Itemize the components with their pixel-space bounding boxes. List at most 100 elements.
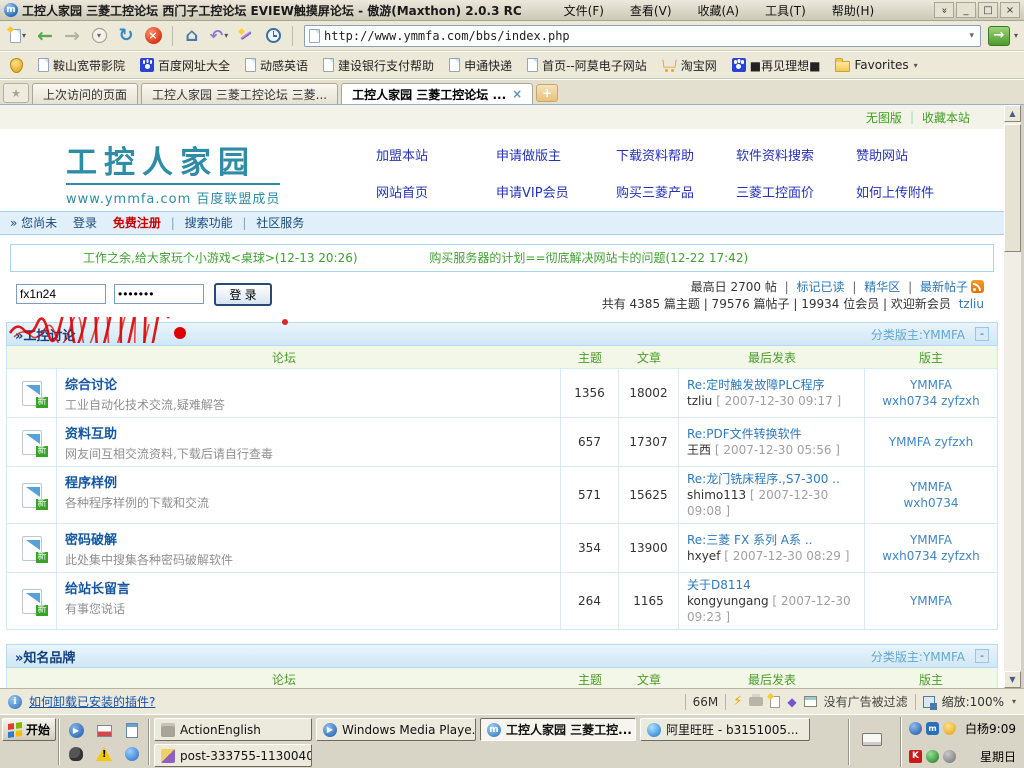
history-dropdown-button[interactable]: ▾ <box>87 24 111 48</box>
forum-moderators-link[interactable]: YMMFA zyfzxh <box>865 418 997 466</box>
nav-link[interactable]: 三菱工控面价 <box>736 182 856 201</box>
tray-shield-icon[interactable] <box>943 722 956 735</box>
nav-link[interactable]: 赞助网站 <box>856 145 976 164</box>
favorites-folder[interactable]: Favorites▾ <box>835 58 917 72</box>
minimize-button[interactable]: _ <box>956 2 976 18</box>
forum-name-link[interactable]: 综合讨论 <box>65 374 556 393</box>
tray-volume-icon[interactable] <box>943 750 956 763</box>
lastpost-title-link[interactable]: 关于D8114 <box>687 577 856 593</box>
login-password-input[interactable] <box>114 284 204 304</box>
favorite-link[interactable]: 鞍山宽带影院 <box>38 57 125 74</box>
zoom-icon[interactable] <box>923 696 935 708</box>
task-actionenglish[interactable]: ActionEnglish <box>154 718 312 741</box>
task-aliwangwang[interactable]: 阿里旺旺 - b3151005... <box>640 718 810 741</box>
section-moderator-link[interactable]: 分类版主:YMMFA <box>871 648 965 665</box>
lastpost-title-link[interactable]: Re:PDF文件转换软件 <box>687 426 856 442</box>
menu-help[interactable]: 帮助(H) <box>832 2 874 19</box>
browser-quicklaunch-icon[interactable] <box>124 723 140 739</box>
new-page-button[interactable]: ▾ <box>6 24 30 48</box>
tray-clock-time[interactable]: 白杨9:09 <box>965 720 1016 737</box>
favorite-link[interactable]: 首页--阿莫电子网站 <box>527 57 647 74</box>
lastpost-author[interactable]: kongyungang <box>687 594 769 608</box>
forum-moderators-link[interactable]: YMMFA <box>865 573 997 629</box>
tab-active[interactable]: 工控人家园 三菱工控论坛 ... × <box>341 83 533 104</box>
home-button[interactable]: ⌂ <box>180 24 204 48</box>
collapse-toolbars-button[interactable]: » <box>934 2 954 18</box>
tray-antivirus-icon[interactable]: K <box>909 750 922 763</box>
section-title[interactable]: »工控讨论 <box>15 325 871 344</box>
close-button[interactable]: × <box>1000 2 1020 18</box>
keyboard-layout-icon[interactable] <box>862 733 882 746</box>
mark-read-link[interactable]: 标记已读 <box>797 280 845 294</box>
forward-button[interactable]: → <box>60 24 84 48</box>
newest-posts-link[interactable]: 最新帖子 <box>920 280 968 294</box>
url-input[interactable] <box>324 29 963 43</box>
stop-button[interactable]: × <box>141 24 165 48</box>
zoom-dropdown-icon[interactable]: ▾ <box>1012 697 1016 706</box>
lastpost-author[interactable]: 王西 <box>687 443 711 457</box>
media-player-quicklaunch-icon[interactable]: ▶ <box>68 723 84 739</box>
forum-name-link[interactable]: 给站长留言 <box>65 578 556 597</box>
lastpost-author[interactable]: shimo113 <box>687 488 746 502</box>
start-button[interactable]: 开始 <box>2 718 56 741</box>
login-link[interactable]: 登录 <box>73 216 97 230</box>
new-page-dropdown-icon[interactable]: ▾ <box>22 31 26 40</box>
undo-dropdown-icon[interactable]: ▾ <box>224 31 228 40</box>
nav-link[interactable]: 软件资料搜索 <box>736 145 856 164</box>
free-register-link[interactable]: 免费注册 <box>113 216 161 230</box>
login-button[interactable]: 登 录 <box>214 283 272 306</box>
forum-name-link[interactable]: 资料互助 <box>65 423 556 442</box>
lastpost-title-link[interactable]: Re:三菱 FX 系列 A系 .. <box>687 532 856 548</box>
nav-link[interactable]: 加盟本站 <box>376 145 496 164</box>
new-window-icon[interactable] <box>770 696 780 708</box>
nav-link[interactable]: 如何上传附件 <box>856 182 976 201</box>
back-button[interactable]: ← <box>33 24 57 48</box>
security-shield-icon[interactable] <box>10 58 23 73</box>
task-maxthon-active[interactable]: m 工控人家园 三菱工控... <box>480 718 636 741</box>
printer-icon[interactable] <box>749 697 763 706</box>
lightning-icon[interactable]: ⚡ <box>733 694 742 709</box>
no-image-version-link[interactable]: 无图版 <box>866 109 902 126</box>
warning-quicklaunch-icon[interactable] <box>96 746 112 762</box>
favorite-link[interactable]: 申通快递 <box>449 57 512 74</box>
picture-quicklaunch-icon[interactable] <box>96 723 112 739</box>
lastpost-title-link[interactable]: Re:定时触发故障PLC程序 <box>687 377 856 393</box>
favorite-link[interactable]: ■再见理想■ <box>732 57 821 74</box>
favorite-link[interactable]: 百度网址大全 <box>140 57 230 74</box>
rss-icon[interactable] <box>971 280 984 293</box>
tab-list-button[interactable]: ★ <box>3 83 29 103</box>
menu-view[interactable]: 查看(V) <box>630 2 672 19</box>
nav-link[interactable]: 下载资料帮助 <box>616 145 736 164</box>
lastpost-author[interactable]: tzliu <box>687 394 712 408</box>
section-collapse-button[interactable]: - <box>975 327 989 341</box>
scrollbar-thumb[interactable] <box>1004 124 1021 252</box>
popup-blocker-icon[interactable] <box>804 696 817 707</box>
digest-area-link[interactable]: 精华区 <box>864 280 900 294</box>
favorite-link[interactable]: 建设银行支付帮助 <box>323 57 434 74</box>
lastpost-title-link[interactable]: Re:龙门铣床程序.,S7-300 .. <box>687 471 856 487</box>
forum-moderators-link[interactable]: YMMFA wxh0734 zyfzxh <box>865 524 997 572</box>
section-title[interactable]: »知名品牌 <box>15 647 871 666</box>
announcement-link[interactable]: 工作之余,给大家玩个小游戏<桌球>(12-13 20:26) <box>83 251 358 265</box>
lastpost-author[interactable]: hxyef <box>687 549 720 563</box>
forum-moderators-link[interactable]: YMMFA wxh0734 zyfzxh <box>865 369 997 417</box>
menu-favorites[interactable]: 收藏(A) <box>698 2 740 19</box>
search-function-link[interactable]: 搜索功能 <box>185 216 233 230</box>
login-username-input[interactable] <box>16 284 106 304</box>
go-dropdown-icon[interactable]: ▾ <box>1014 31 1018 40</box>
nav-link[interactable]: 购买三菱产品 <box>616 182 736 201</box>
scroll-down-button[interactable]: ▼ <box>1004 671 1021 688</box>
plugin-help-link[interactable]: 如何卸载已安装的插件? <box>29 693 155 710</box>
task-post-download[interactable]: post-333755-1130040... <box>154 744 312 767</box>
history-button[interactable] <box>261 24 285 48</box>
section-collapse-button[interactable]: - <box>975 649 989 663</box>
community-service-link[interactable]: 社区服务 <box>256 216 304 230</box>
tab-last-visited[interactable]: 上次访问的页面 <box>32 83 138 104</box>
tray-network-icon[interactable] <box>926 750 939 763</box>
new-tab-button[interactable]: + <box>536 84 558 102</box>
go-button[interactable]: → <box>988 26 1010 46</box>
newest-member-link[interactable]: tzliu <box>959 297 984 311</box>
tab-background[interactable]: 工控人家园 三菱工控论坛 三菱... <box>141 83 338 104</box>
task-media-player[interactable]: ▶ Windows Media Playe... <box>316 718 476 741</box>
menu-file[interactable]: 文件(F) <box>564 2 604 19</box>
